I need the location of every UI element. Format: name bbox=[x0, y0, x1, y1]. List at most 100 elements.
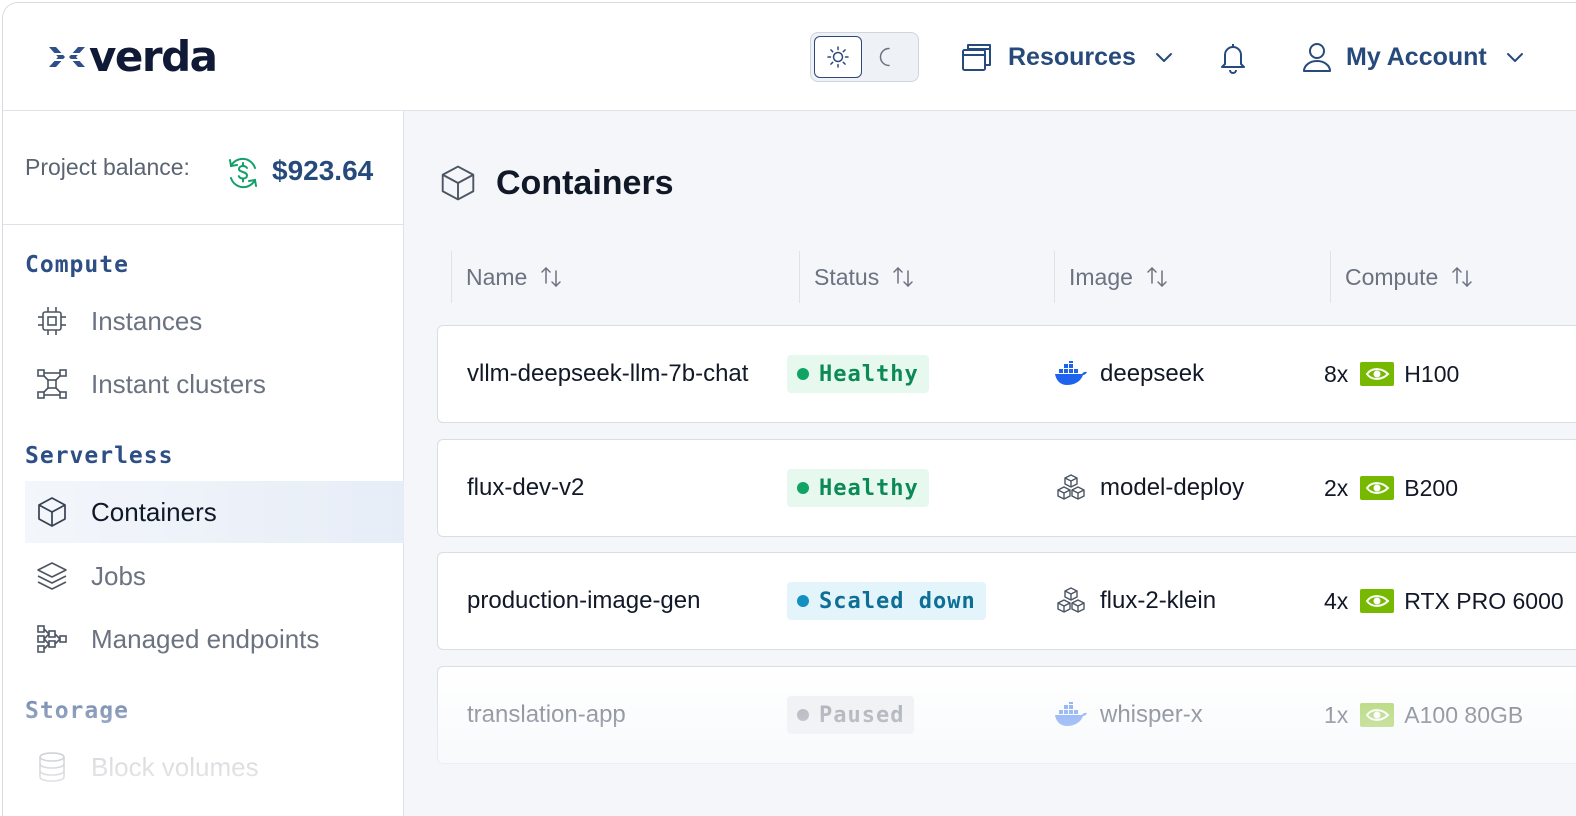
docker-icon bbox=[1055, 361, 1087, 385]
sidebar-item-instant-clusters[interactable]: Instant clusters bbox=[25, 353, 404, 415]
status-badge: Scaled down bbox=[787, 582, 986, 620]
database-icon bbox=[39, 752, 65, 782]
theme-toggle[interactable] bbox=[810, 32, 919, 82]
sort-icon bbox=[1452, 267, 1473, 287]
sidebar-item-label: Managed endpoints bbox=[91, 623, 320, 654]
image-name: flux-2-klein bbox=[1100, 587, 1217, 614]
status-label: Healthy bbox=[819, 361, 919, 387]
column-header-label: Compute bbox=[1345, 263, 1439, 290]
status-dot bbox=[797, 368, 809, 380]
endpoints-icon bbox=[37, 625, 67, 653]
column-header-compute[interactable]: Compute bbox=[1330, 251, 1474, 303]
brand-logo[interactable]: verda bbox=[47, 32, 218, 81]
sort-icon bbox=[1147, 267, 1167, 287]
image-name: deepseek bbox=[1100, 360, 1205, 387]
sort-icon bbox=[541, 267, 562, 287]
image-cell: whisper-x bbox=[1054, 667, 1203, 763]
sidebar-item-managed-endpoints[interactable]: Managed endpoints bbox=[25, 608, 404, 670]
sidebar-item-label: Instances bbox=[91, 305, 203, 336]
table-row[interactable]: vllm-deepseek-llm-7b-chat Healthy deepse… bbox=[437, 325, 1576, 423]
page-header: Containers bbox=[438, 163, 674, 203]
container-name: production-image-gen bbox=[467, 587, 701, 614]
light-theme-button[interactable] bbox=[814, 36, 862, 78]
compute-cell: 1x A100 80GB bbox=[1324, 667, 1523, 763]
nvidia-icon bbox=[1360, 703, 1395, 727]
sidebar-item-jobs[interactable]: Jobs bbox=[25, 545, 404, 607]
layers-icon bbox=[37, 562, 67, 590]
notifications-button[interactable] bbox=[1217, 33, 1249, 81]
table-row[interactable]: flux-dev-v2 Healthy model-deploy 2x B200 bbox=[437, 439, 1576, 537]
account-label: My Account bbox=[1346, 42, 1487, 71]
image-cell: flux-2-klein bbox=[1054, 553, 1216, 649]
sidebar: Project balance: $923.64 Compute Instanc… bbox=[3, 111, 404, 816]
section-title-compute: Compute bbox=[25, 252, 129, 278]
sun-icon bbox=[827, 46, 849, 68]
status-dot bbox=[797, 709, 809, 721]
column-header-label: Name bbox=[466, 263, 528, 290]
cube-icon bbox=[441, 165, 475, 201]
verda-logo-icon bbox=[49, 47, 85, 67]
section-title-storage: Storage bbox=[25, 698, 129, 724]
app-window: verda Resources My Account Project balan… bbox=[2, 2, 1576, 816]
compute-cell: 8x H100 bbox=[1324, 326, 1459, 422]
blocks-icon bbox=[1057, 587, 1085, 613]
compute-cell: 4x RTX PRO 6000 bbox=[1324, 553, 1564, 649]
container-name: flux-dev-v2 bbox=[467, 474, 585, 501]
balance-refresh-dollar-icon[interactable] bbox=[225, 155, 261, 191]
sidebar-item-label: Instant clusters bbox=[91, 368, 266, 399]
column-header-image[interactable]: Image bbox=[1054, 251, 1169, 303]
gpu-model: RTX PRO 6000 bbox=[1404, 587, 1564, 614]
bell-icon bbox=[1221, 44, 1245, 74]
column-header-name[interactable]: Name bbox=[451, 251, 563, 303]
status-label: Healthy bbox=[819, 475, 919, 501]
moon-icon bbox=[879, 47, 890, 67]
image-name: model-deploy bbox=[1100, 474, 1245, 501]
page-title: Containers bbox=[496, 163, 674, 202]
user-icon bbox=[1303, 43, 1331, 72]
gpu-model: A100 80GB bbox=[1404, 701, 1524, 728]
resources-label: Resources bbox=[1008, 42, 1136, 71]
table-row[interactable]: production-image-gen Scaled down flux-2-… bbox=[437, 552, 1576, 650]
status-dot bbox=[797, 482, 809, 494]
image-name: whisper-x bbox=[1100, 701, 1203, 728]
status-badge: Healthy bbox=[787, 355, 929, 393]
sidebar-item-instances[interactable]: Instances bbox=[25, 290, 404, 352]
sidebar-item-containers[interactable]: Containers bbox=[25, 481, 404, 543]
status-label: Scaled down bbox=[819, 588, 976, 614]
table-row[interactable]: translation-app Paused whisper-x 1x A100… bbox=[437, 666, 1576, 764]
resources-menu[interactable]: Resources bbox=[960, 33, 1176, 81]
nvidia-icon bbox=[1360, 362, 1395, 386]
status-dot bbox=[797, 595, 809, 607]
account-menu[interactable]: My Account bbox=[1300, 33, 1527, 81]
brand-name: verda bbox=[89, 32, 218, 81]
status-label: Paused bbox=[819, 702, 905, 728]
section-title-serverless: Serverless bbox=[25, 443, 174, 469]
project-balance: Project balance: $923.64 bbox=[3, 111, 403, 225]
gpu-count: 8x bbox=[1324, 360, 1349, 387]
image-cell: model-deploy bbox=[1054, 440, 1244, 536]
gpu-count: 2x bbox=[1324, 474, 1349, 501]
dark-theme-button[interactable] bbox=[862, 36, 910, 78]
status-badge: Healthy bbox=[787, 469, 929, 507]
chevron-down-icon bbox=[1506, 53, 1523, 62]
sidebar-item-block-volumes[interactable]: Block volumes bbox=[25, 736, 404, 798]
nvidia-icon bbox=[1360, 476, 1395, 500]
cube-icon bbox=[38, 497, 66, 527]
gpu-count: 4x bbox=[1324, 587, 1349, 614]
status-badge: Paused bbox=[787, 696, 915, 734]
sidebar-item-label: Containers bbox=[91, 496, 217, 527]
column-header-status[interactable]: Status bbox=[799, 251, 915, 303]
docker-icon bbox=[1055, 702, 1087, 726]
cluster-icon bbox=[37, 369, 67, 399]
container-name: vllm-deepseek-llm-7b-chat bbox=[467, 360, 749, 387]
container-name: translation-app bbox=[467, 701, 626, 728]
sort-icon bbox=[893, 267, 913, 287]
blocks-icon bbox=[1057, 474, 1085, 500]
top-bar: verda Resources My Account bbox=[3, 3, 1576, 111]
compute-cell: 2x B200 bbox=[1324, 440, 1458, 536]
image-cell: deepseek bbox=[1054, 326, 1204, 422]
sidebar-item-label: Block volumes bbox=[91, 751, 259, 782]
balance-label: Project balance: bbox=[25, 154, 190, 180]
chevron-down-icon bbox=[1155, 53, 1172, 62]
gpu-model: H100 bbox=[1404, 360, 1460, 387]
